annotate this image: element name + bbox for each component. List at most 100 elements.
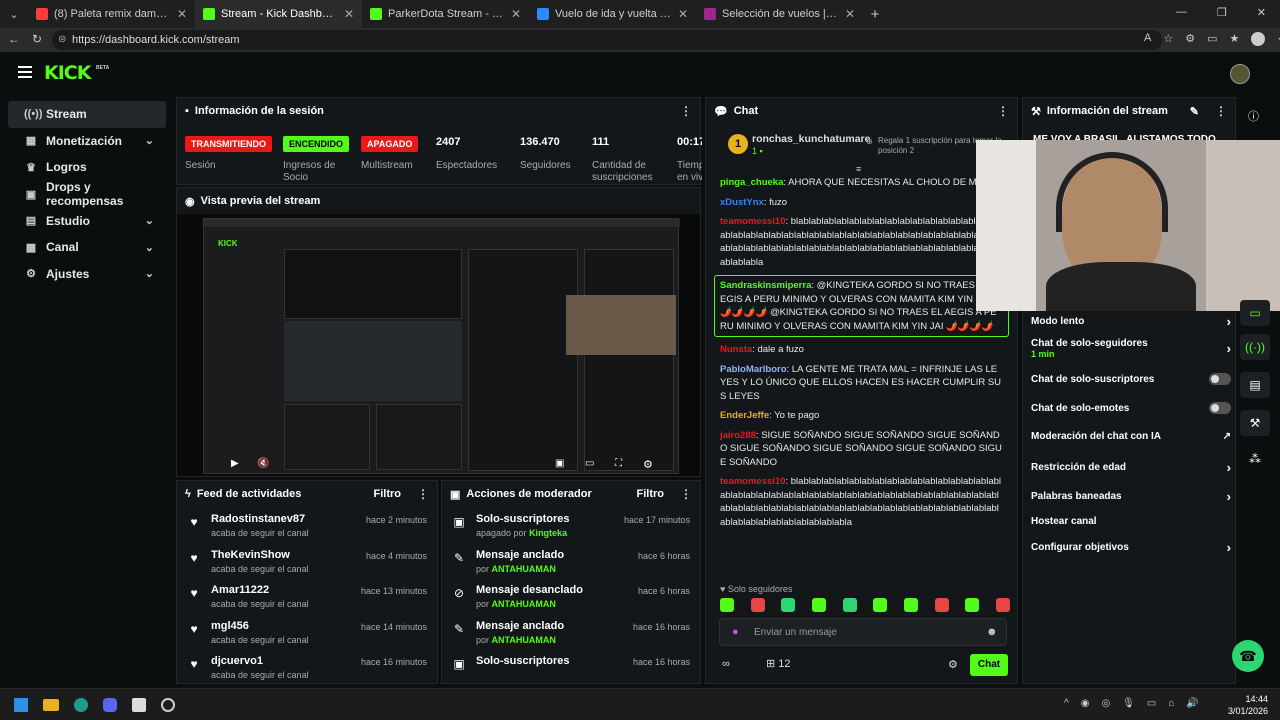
close-window-icon[interactable]: ✕ (1257, 6, 1266, 19)
kick-logo[interactable]: KICK (44, 62, 91, 84)
setting-row[interactable]: Hostear canal (1031, 516, 1231, 527)
sidebar-item[interactable]: ♛ Logros (8, 154, 166, 181)
mod-action-row[interactable]: ⊘ Mensaje desanclado por ANTAHUAMAN hace 6 … (442, 578, 700, 614)
rail-layout-icon[interactable]: ▤ (1240, 372, 1270, 398)
favorites-icon[interactable]: ★ (1230, 32, 1240, 46)
new-tab-icon[interactable]: + (863, 6, 887, 23)
feed-menu-icon[interactable]: ⋮ (417, 487, 429, 501)
chat-message[interactable]: Sandraskinsmiperra: @KINGTEKA GORDO SI N… (714, 275, 1009, 337)
feed-row[interactable]: ♥ Radostinstanev87 acaba de seguir el cana… (177, 507, 437, 543)
tray-volume-icon[interactable]: 🔊 (1186, 698, 1198, 709)
chat-message[interactable]: PabloMarlboro: LA GENTE ME TRATA MAL = I… (706, 363, 1017, 404)
site-info-icon[interactable]: ⊜ (58, 30, 66, 50)
theater-icon[interactable]: ▭ (585, 458, 594, 469)
obs-icon[interactable] (161, 698, 175, 712)
emote-icon[interactable] (781, 598, 796, 612)
send-chat-button[interactable]: Chat (970, 654, 1008, 676)
edge-icon[interactable] (74, 698, 88, 712)
chat-username[interactable]: xDustYnx (720, 197, 764, 208)
maximize-icon[interactable]: ❐ (1217, 6, 1227, 19)
tray-mic-icon[interactable]: 🎙 (1122, 698, 1135, 709)
mod-action-row[interactable]: ✎ Mensaje anclado por ANTAHUAMAN hace 16 ho… (442, 614, 700, 650)
file-explorer-icon[interactable] (43, 699, 59, 711)
chat-message[interactable]: xDustYnx: fuzo (706, 196, 1017, 210)
chat-username[interactable]: PabloMarlboro (720, 364, 787, 375)
feed-user[interactable]: Radostinstanev87 (211, 513, 356, 525)
modactions-filter-button[interactable]: Filtro (637, 488, 665, 500)
url-field[interactable]: ⊜ https://dashboard.kick.com/stream (52, 30, 1162, 50)
tab-close-icon[interactable]: ✕ (511, 7, 521, 21)
stream-preview-video[interactable]: KICK ▶ 🔇 ▣ ▭ ⛶ ⚙ (177, 214, 700, 476)
chat-username[interactable]: pinga_chueka (720, 177, 783, 188)
emote-icon[interactable] (995, 598, 1010, 612)
fullscreen-icon[interactable]: ⛶ (615, 458, 622, 469)
chat-message[interactable]: jairo288: SIGUE SOÑANDO SIGUE SOÑANDO SI… (706, 429, 1017, 470)
read-aloud-icon[interactable]: A (1144, 32, 1151, 46)
chat-username[interactable]: EnderJeffe (720, 410, 769, 421)
sort-icon[interactable]: ≡ (856, 164, 861, 174)
setting-row[interactable]: Chat de solo-suscriptores (1031, 373, 1231, 385)
setting-row[interactable]: Palabras baneadas › (1031, 489, 1231, 504)
sidebar-item[interactable]: ▩ Canal ⌄ (8, 234, 166, 261)
profile-avatar[interactable] (1251, 32, 1266, 46)
tray-steam-icon[interactable]: ◎ (1101, 698, 1110, 709)
toggle-switch[interactable] (1209, 402, 1231, 414)
settings-gear-icon[interactable]: ⚙ (643, 458, 653, 471)
moderator-name[interactable]: ANTAHUAMAN (492, 635, 556, 645)
tab-close-icon[interactable]: ✕ (344, 7, 354, 21)
chat-message[interactable]: EnderJeffe: Yo te pago (706, 409, 1017, 423)
chat-message[interactable]: Nunsta: dale a fuzo (706, 343, 1017, 357)
pip-icon[interactable]: ▣ (555, 458, 564, 469)
feed-user[interactable]: Amar11222 (211, 584, 351, 596)
toggle-switch[interactable] (1209, 373, 1231, 385)
chat-username[interactable]: teamomessi10 (720, 216, 785, 227)
emote-icon[interactable] (903, 598, 918, 612)
support-chat-button[interactable]: ☎ (1232, 640, 1264, 672)
tab-list-icon[interactable]: ⌄ (0, 8, 28, 21)
tab-close-icon[interactable]: ✕ (678, 7, 688, 21)
chat-message[interactable]: pinga_chueka: AHORA QUE NECESITAS AL CHO… (706, 176, 1017, 190)
tray-network-icon[interactable]: ⌂ (1168, 698, 1174, 709)
modactions-menu-icon[interactable]: ⋮ (680, 487, 692, 501)
tab-close-icon[interactable]: ✕ (845, 7, 855, 21)
setting-row[interactable]: Moderación del chat con IA ↗ (1031, 431, 1231, 442)
feed-user[interactable]: TheKevinShow (211, 549, 356, 561)
emote-icon[interactable] (720, 598, 734, 612)
moderator-name[interactable]: ANTAHUAMAN (492, 599, 556, 609)
setting-row[interactable]: Chat de solo-seguidores 1 min › (1031, 338, 1231, 359)
mod-action-row[interactable]: ✎ Mensaje anclado por ANTAHUAMAN hace 6 hor… (442, 543, 700, 579)
sidebar-item[interactable]: ▣ Drops y recompensas (8, 180, 166, 208)
rail-tools-icon[interactable]: ⚒ (1240, 410, 1270, 436)
setting-row[interactable]: Restricción de edad › (1031, 460, 1231, 475)
reload-icon[interactable]: ↻ (32, 32, 42, 46)
rail-apps-icon[interactable]: ⁂ (1249, 452, 1261, 466)
feed-row[interactable]: ♥ mgl456 acaba de seguir el canal hace 14 m… (177, 614, 437, 650)
feed-user[interactable]: djcuervo1 (211, 655, 351, 667)
points-icon[interactable]: ∞ (722, 658, 730, 670)
top-gifter-name[interactable]: ronchas_kunchatumare (752, 133, 870, 145)
tray-app-icon[interactable]: ◉ (1081, 698, 1090, 709)
setting-row[interactable]: Chat de solo-emotes (1031, 402, 1231, 414)
extensions-icon[interactable]: ⚙ (1185, 32, 1195, 46)
browser-tab[interactable]: Vuelo de ida y vuelta a Fortaleza | ✕ (529, 0, 696, 28)
mic-icon[interactable]: ● (732, 626, 739, 638)
feed-row[interactable]: ♥ Amar11222 acaba de seguir el canal hace 1… (177, 578, 437, 614)
emote-icon[interactable] (873, 598, 888, 612)
browser-tab[interactable]: (8) Paleta remix dame paleta palet ✕ (28, 0, 195, 28)
chat-message[interactable]: teamomessi10: blablablablablablablablabl… (706, 475, 1017, 529)
moderator-name[interactable]: ANTAHUAMAN (492, 564, 556, 574)
user-avatar[interactable] (1230, 64, 1250, 84)
edit-icon[interactable]: ✎ (1190, 105, 1199, 118)
sidebar-item[interactable]: ▤ Estudio ⌄ (8, 207, 166, 234)
moderator-name[interactable]: Kingteka (529, 528, 567, 538)
sidebar-item[interactable]: ▦ Monetización ⌄ (8, 128, 166, 155)
feed-row[interactable]: ♥ TheKevinShow acaba de seguir el canal hac… (177, 543, 437, 579)
favorite-star-icon[interactable]: ☆ (1163, 32, 1173, 46)
emote-icon[interactable] (842, 598, 857, 612)
feed-filter-button[interactable]: Filtro (374, 488, 402, 500)
chat-username[interactable]: Sandraskinsmiperra (720, 280, 811, 291)
browser-tab[interactable]: ParkerDota Stream - Watch Live o ✕ (362, 0, 529, 28)
emote-icon[interactable] (965, 598, 980, 612)
sidebar-item[interactable]: ((•)) Stream (8, 101, 166, 128)
chat-username[interactable]: teamomessi10 (720, 476, 785, 487)
